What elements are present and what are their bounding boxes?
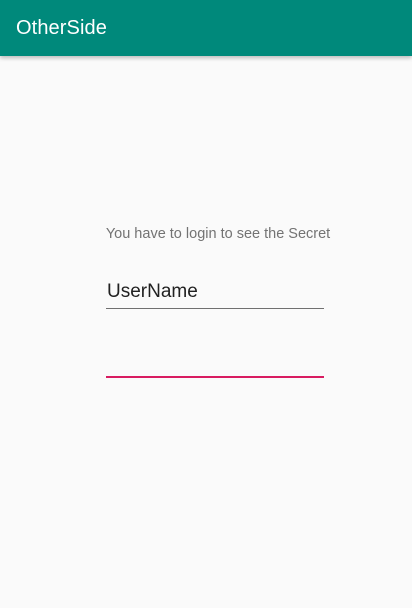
app-bar: OtherSide <box>0 0 412 56</box>
login-message: You have to login to see the Secret <box>105 226 331 242</box>
username-field[interactable]: UserName <box>106 278 324 309</box>
username-input-value[interactable]: UserName <box>107 281 198 303</box>
password-field[interactable] <box>106 346 324 378</box>
login-screen: You have to login to see the Secret User… <box>0 56 412 608</box>
app-title: OtherSide <box>16 17 107 39</box>
